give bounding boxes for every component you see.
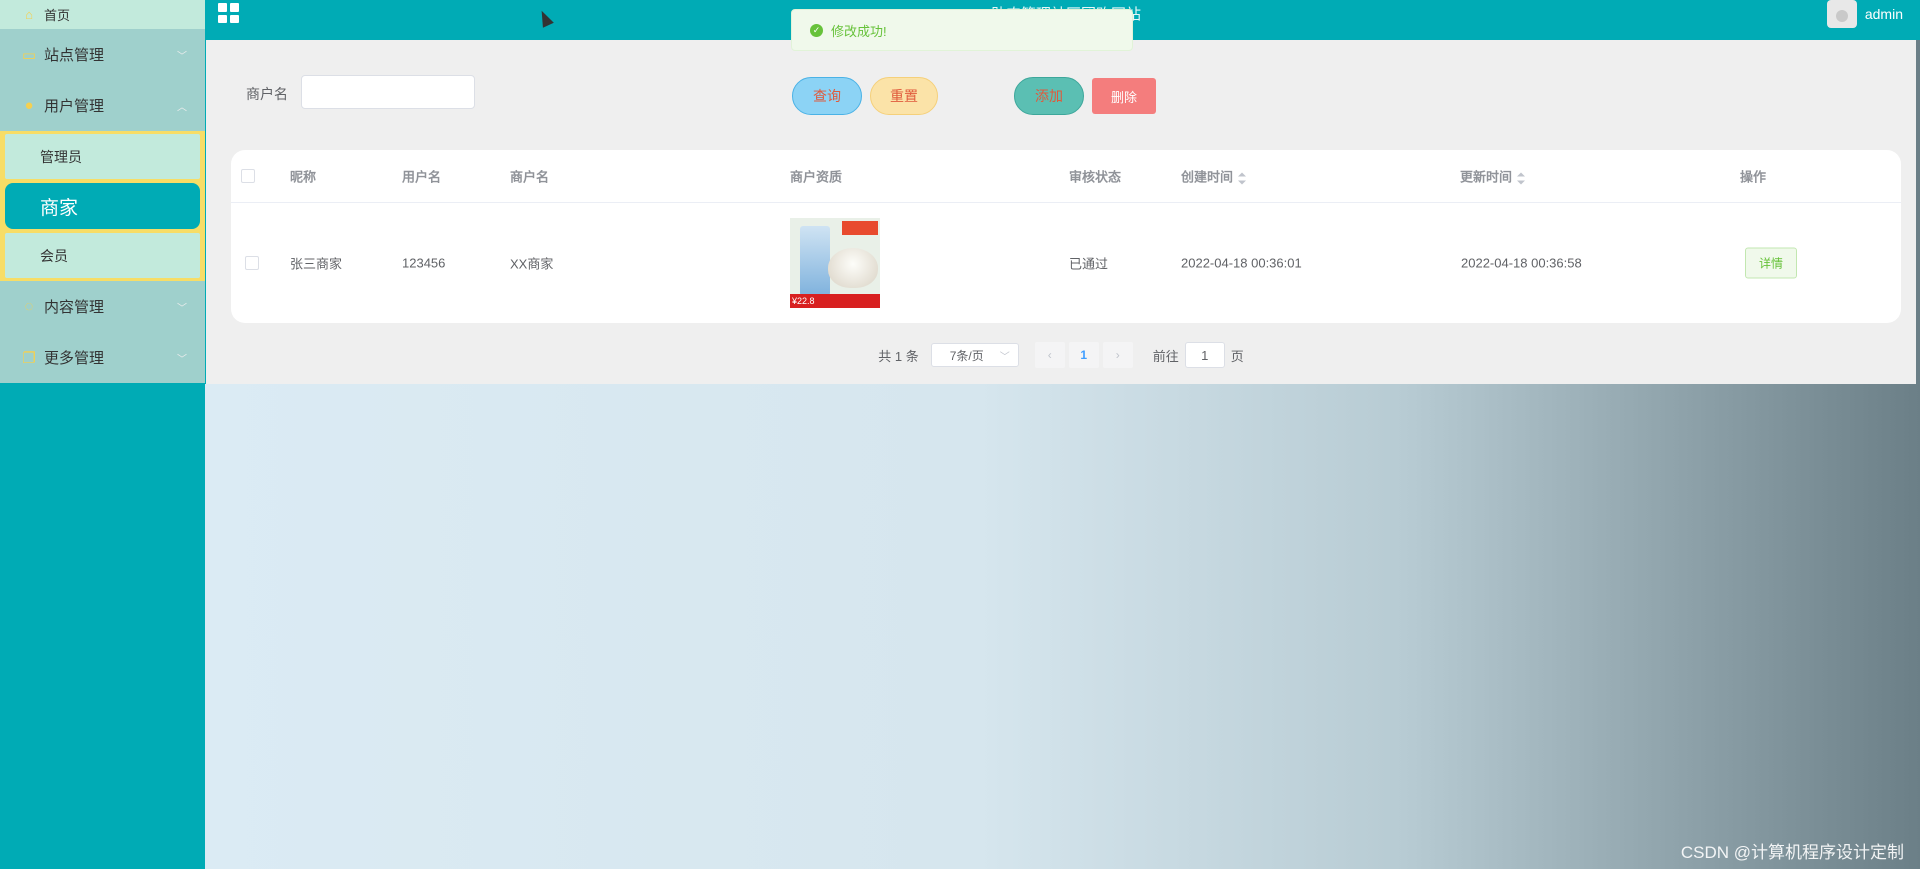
sidebar-menu: ⌂ 首页 ▭ 站点管理 ﹀ ● 用户管理 ︿	[0, 0, 205, 131]
cell-qualification: ¥22.8	[790, 218, 880, 308]
detail-button[interactable]: 详情	[1745, 247, 1797, 279]
chevron-up-icon: ︿	[177, 102, 187, 113]
sidebar-item-label: 用户管理	[44, 98, 105, 115]
select-all-checkbox[interactable]	[241, 169, 255, 183]
sidebar-item-label: 更多管理	[44, 350, 105, 367]
goto-label: 前往	[1152, 348, 1179, 364]
page-jump: 前往 1 页	[1153, 342, 1244, 368]
sidebar: ⌂ 首页 ▭ 站点管理 ﹀ ● 用户管理 ︿ 管理员 商家 会员 ◌ 内容管理 …	[0, 0, 205, 869]
sidebar-item-content[interactable]: ◌ 内容管理 ﹀	[0, 281, 205, 332]
cell-updated: 2022-04-18 00:36:58	[1461, 255, 1582, 271]
pagination-total: 共 1 条	[878, 348, 919, 364]
chevron-left-icon: ‹	[1047, 348, 1052, 362]
sidebar-subitem-label: 商家	[40, 197, 79, 219]
table-row: 张三商家 123456 XX商家 ¥22.8 已通过 2022-04-18 00…	[231, 203, 1901, 323]
chevron-down-icon: ﹀	[177, 303, 187, 314]
sort-icon[interactable]	[1517, 172, 1526, 185]
sidebar-item-site[interactable]: ▭ 站点管理 ﹀	[0, 29, 205, 80]
add-button[interactable]: 添加	[1014, 77, 1084, 115]
success-toast: ✓ 修改成功!	[791, 9, 1133, 51]
column-created-label: 创建时间	[1181, 169, 1234, 185]
cell-created: 2022-04-18 00:36:01	[1181, 255, 1302, 271]
merchant-search-label: 商户名	[246, 86, 288, 102]
sidebar-item-home[interactable]: ⌂ 首页	[0, 0, 205, 29]
query-button[interactable]: 查询	[792, 77, 862, 115]
column-qualification: 商户资质	[790, 169, 843, 185]
users-submenu: 管理员 商家 会员	[0, 131, 205, 281]
goto-page-input[interactable]: 1	[1184, 342, 1225, 368]
column-status: 审核状态	[1069, 169, 1122, 185]
more-icon: ❐	[22, 349, 36, 367]
column-merchant: 商户名	[510, 169, 550, 185]
home-icon: ⌂	[25, 7, 33, 22]
chevron-down-icon: ﹀	[999, 351, 1010, 363]
sidebar-item-label: 内容管理	[44, 299, 105, 316]
chevron-right-icon: ›	[1115, 348, 1120, 362]
sidebar-menu-bottom: ◌ 内容管理 ﹀ ❐ 更多管理 ﹀	[0, 281, 205, 383]
column-username: 用户名	[402, 169, 442, 185]
delete-button[interactable]: 删除	[1092, 78, 1156, 114]
main-panel: 商户名 查询 重置 添加 删除 昵称 用户名 商户名 商户资质 审核状态 创建时…	[206, 40, 1916, 384]
next-page-button[interactable]: ›	[1102, 342, 1133, 368]
image-price-label: ¥22.8	[792, 296, 815, 306]
column-nickname: 昵称	[290, 169, 317, 185]
rice-product-image[interactable]: ¥22.8	[790, 218, 880, 308]
page-size-value: 7条/页	[949, 348, 984, 363]
cell-status: 已通过	[1069, 256, 1109, 272]
sidebar-item-users[interactable]: ● 用户管理 ︿	[0, 80, 205, 131]
toast-message: 修改成功!	[831, 23, 887, 39]
sidebar-subitem-merchant[interactable]: 商家	[5, 183, 200, 229]
sidebar-subitem-label: 会员	[40, 247, 68, 264]
user-menu[interactable]: admin	[1826, 0, 1903, 28]
avatar	[1826, 0, 1857, 28]
sidebar-item-label: 首页	[44, 8, 71, 23]
user-icon: ●	[24, 97, 34, 114]
watermark: CSDN @计算机程序设计定制	[1680, 843, 1904, 862]
prev-page-button[interactable]: ‹	[1034, 342, 1065, 368]
username-label: admin	[1864, 6, 1903, 22]
cell-actions: 详情	[1745, 247, 1797, 279]
sort-icon[interactable]	[1238, 172, 1247, 185]
cell-username: 123456	[402, 255, 446, 271]
page-background-edge	[1916, 40, 1920, 384]
sidebar-item-label: 站点管理	[44, 47, 105, 64]
column-updated[interactable]: 更新时间	[1460, 167, 1526, 186]
page-number-button[interactable]: 1	[1068, 342, 1099, 368]
content-icon: ◌	[24, 298, 34, 315]
sidebar-item-more[interactable]: ❐ 更多管理 ﹀	[0, 332, 205, 383]
sidebar-subitem-member[interactable]: 会员	[5, 233, 200, 278]
cell-merchant: XX商家	[510, 256, 554, 272]
reset-button[interactable]: 重置	[870, 77, 938, 115]
cell-nickname: 张三商家	[290, 256, 343, 272]
page-background	[205, 384, 1920, 869]
page-size-select[interactable]: 7条/页 ﹀	[930, 343, 1019, 367]
page-unit-label: 页	[1230, 348, 1244, 364]
column-updated-label: 更新时间	[1460, 169, 1513, 185]
row-checkbox[interactable]	[245, 256, 259, 270]
menu-grid-icon[interactable]	[218, 3, 239, 23]
merchant-search-input[interactable]	[301, 75, 475, 109]
sidebar-subitem-admin[interactable]: 管理员	[5, 134, 200, 179]
sidebar-subitem-label: 管理员	[40, 148, 82, 165]
chevron-down-icon: ﹀	[177, 51, 187, 62]
pagination: 共 1 条 7条/页 ﹀ ‹ 1 › 前往 1 页	[206, 342, 1916, 368]
merchant-table: 昵称 用户名 商户名 商户资质 审核状态 创建时间 更新时间 操作 张三商家 1…	[231, 150, 1901, 323]
chevron-down-icon: ﹀	[177, 354, 187, 365]
column-actions: 操作	[1740, 169, 1767, 185]
column-created[interactable]: 创建时间	[1181, 167, 1247, 186]
check-circle-icon: ✓	[810, 23, 823, 37]
table-header: 昵称 用户名 商户名 商户资质 审核状态 创建时间 更新时间 操作	[231, 150, 1901, 203]
site-icon: ▭	[21, 46, 37, 64]
